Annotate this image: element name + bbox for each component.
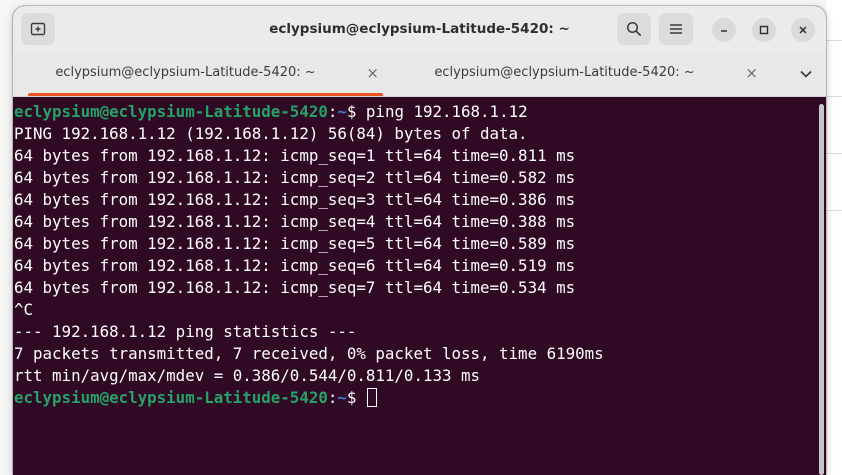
output-line: 64 bytes from 192.168.1.12: icmp_seq=6 t… [14, 256, 576, 275]
title-bar[interactable]: eclypsium@eclypsium-Latitude-5420: ~ [13, 6, 826, 52]
output-line: 7 packets transmitted, 7 received, 0% pa… [14, 344, 604, 363]
maximize-icon [759, 25, 769, 35]
minimize-button[interactable] [712, 18, 736, 42]
output-line: rtt min/avg/max/mdev = 0.386/0.544/0.811… [14, 366, 481, 385]
tab-label: eclypsium@eclypsium-Latitude-5420: ~ [434, 65, 695, 80]
search-icon [626, 21, 641, 36]
prompt-colon: : [327, 388, 338, 407]
tab-bar: eclypsium@eclypsium-Latitude-5420: ~ × e… [13, 52, 826, 97]
prompt-user-host: eclypsium@eclypsium-Latitude-5420 [14, 102, 328, 121]
output-line: 64 bytes from 192.168.1.12: icmp_seq=1 t… [14, 146, 576, 165]
prompt-line: eclypsium@eclypsium-Latitude-5420:~$ [14, 387, 377, 409]
output-line: --- 192.168.1.12 ping statistics --- [14, 322, 357, 341]
maximize-button[interactable] [752, 18, 776, 42]
text-cursor [366, 388, 377, 407]
output-line: 64 bytes from 192.168.1.12: icmp_seq=5 t… [14, 234, 576, 253]
tab-list-button[interactable] [794, 62, 818, 86]
output-line: ^C [14, 300, 34, 319]
command-line: eclypsium@eclypsium-Latitude-5420:~$ pin… [14, 101, 528, 123]
close-icon [799, 26, 807, 34]
close-button[interactable] [791, 18, 815, 42]
terminal-output[interactable]: eclypsium@eclypsium-Latitude-5420:~$ pin… [13, 97, 818, 475]
prompt-symbol: $ [346, 102, 366, 121]
hamburger-menu-icon [670, 24, 682, 34]
prompt-user-host: eclypsium@eclypsium-Latitude-5420 [14, 388, 328, 407]
menu-button[interactable] [659, 13, 693, 45]
tab-label: eclypsium@eclypsium-Latitude-5420: ~ [55, 65, 316, 80]
tab-2[interactable]: eclypsium@eclypsium-Latitude-5420: ~ × [399, 52, 770, 96]
chevron-down-icon [800, 70, 812, 78]
prompt-path: ~ [337, 388, 347, 407]
tab-close-icon[interactable]: × [745, 52, 758, 94]
prompt-colon: : [327, 102, 338, 121]
background-window-edge [826, 0, 842, 475]
terminal-window: eclypsium@eclypsium-Latitude-5420: ~ ecl… [13, 6, 826, 475]
output-line: PING 192.168.1.12 (192.168.1.12) 56(84) … [14, 124, 528, 143]
output-line: 64 bytes from 192.168.1.12: icmp_seq=4 t… [14, 212, 576, 231]
window-title: eclypsium@eclypsium-Latitude-5420: ~ [269, 21, 570, 37]
tab-1[interactable]: eclypsium@eclypsium-Latitude-5420: ~ × [20, 52, 391, 96]
output-line: 64 bytes from 192.168.1.12: icmp_seq=3 t… [14, 190, 576, 209]
search-button[interactable] [617, 13, 651, 45]
tab-close-icon[interactable]: × [366, 52, 379, 94]
output-line: 64 bytes from 192.168.1.12: icmp_seq=7 t… [14, 278, 576, 297]
prompt-path: ~ [337, 102, 347, 121]
minimize-icon [721, 30, 727, 32]
output-line: 64 bytes from 192.168.1.12: icmp_seq=2 t… [14, 168, 576, 187]
scrollbar-thumb[interactable] [819, 104, 824, 475]
command-text: ping 192.168.1.12 [365, 102, 528, 121]
prompt-symbol: $ [346, 388, 366, 407]
